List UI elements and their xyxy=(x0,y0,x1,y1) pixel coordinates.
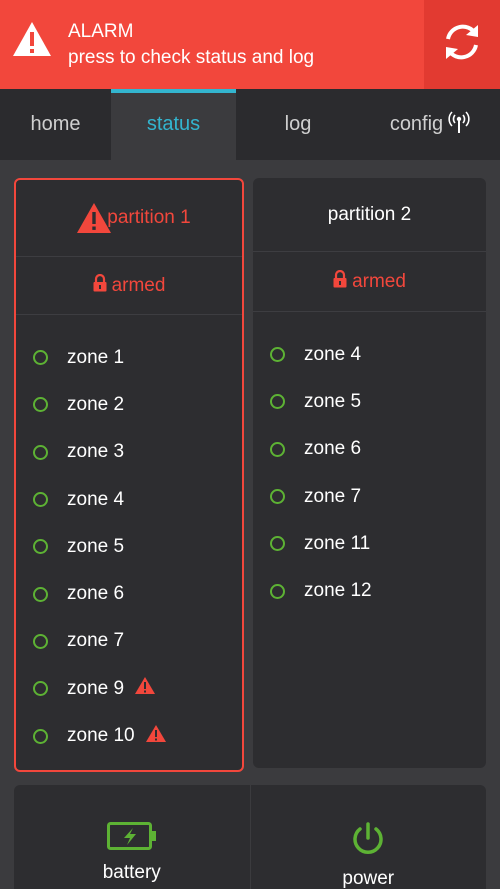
refresh-icon xyxy=(439,19,485,70)
partition-1-zone-list: zone 1 zone 2 zone 3 zone 4 zone 5 zone 6 zone… xyxy=(16,315,242,760)
zone-label: zone 5 xyxy=(304,390,362,412)
signal-tower-icon xyxy=(448,110,470,140)
zone-label: zone 4 xyxy=(67,488,125,510)
zone-status-icon xyxy=(270,347,285,363)
zone-row[interactable]: zone 7 xyxy=(253,473,486,520)
partition-1-name: partition 1 xyxy=(107,207,191,228)
zone-status-icon xyxy=(33,492,48,508)
zone-status-icon xyxy=(33,728,48,744)
zone-row[interactable]: zone 5 xyxy=(16,523,242,570)
zone-status-icon xyxy=(33,539,48,555)
partition-2-state: armed xyxy=(352,270,406,292)
power-icon xyxy=(351,822,385,862)
zone-label: zone 12 xyxy=(304,580,372,602)
zone-label: zone 1 xyxy=(67,346,125,368)
alarm-text: ALARM press to check status and log xyxy=(68,19,314,71)
partition-2-zone-list: zone 4 zone 5 zone 6 zone 7 zone 11 zone 12 xyxy=(253,312,486,615)
zone-status-icon xyxy=(270,441,285,457)
partition-2-status: armed xyxy=(253,252,486,312)
zone-label: zone 6 xyxy=(67,583,125,605)
partition-1-header: partition 1 xyxy=(16,180,242,257)
zone-row[interactable]: zone 11 xyxy=(253,520,486,567)
system-status-bar: battery power xyxy=(14,785,486,889)
zone-label: zone 9 xyxy=(67,677,125,699)
zone-status-icon xyxy=(270,536,285,552)
warning-icon xyxy=(145,724,167,749)
zone-status-icon xyxy=(270,583,285,599)
partition-2-card[interactable]: partition 2 armed zone 4 zone 5 zone 6 zone… xyxy=(253,178,486,768)
zone-status-icon xyxy=(33,444,48,460)
partition-2-header: partition 2 xyxy=(253,178,486,252)
zone-row[interactable]: zone 5 xyxy=(253,378,486,425)
warning-icon xyxy=(134,676,156,701)
zone-status-icon xyxy=(33,397,48,413)
tab-status-label: status xyxy=(146,113,201,135)
battery-status[interactable]: battery xyxy=(14,785,250,889)
zone-row[interactable]: zone 10 xyxy=(16,712,242,759)
tab-config[interactable]: config xyxy=(360,89,500,160)
zone-label: zone 10 xyxy=(67,725,135,747)
zone-label: zone 2 xyxy=(67,393,125,415)
zone-status-icon xyxy=(270,489,285,505)
tab-config-label: config xyxy=(389,113,444,135)
partition-1-status: armed xyxy=(16,257,242,315)
tab-log[interactable]: log xyxy=(236,89,360,160)
zone-label: zone 7 xyxy=(67,630,125,652)
alarm-title: ALARM xyxy=(68,21,134,42)
zone-status-icon xyxy=(33,681,48,697)
refresh-button[interactable] xyxy=(424,0,500,89)
partition-1-state: armed xyxy=(111,274,166,296)
warning-icon xyxy=(12,21,52,57)
battery-icon xyxy=(106,822,157,856)
zone-row[interactable]: zone 4 xyxy=(253,331,486,378)
tab-log-label: log xyxy=(284,113,312,135)
zone-label: zone 11 xyxy=(304,532,371,554)
zone-status-icon xyxy=(33,633,48,649)
zone-row[interactable]: zone 3 xyxy=(16,429,242,476)
tab-status[interactable]: status xyxy=(111,89,236,160)
power-label: power xyxy=(342,868,395,889)
zone-row[interactable]: zone 6 xyxy=(16,570,242,617)
zone-label: zone 7 xyxy=(304,485,362,507)
zone-status-icon xyxy=(33,586,48,602)
tab-home-label: home xyxy=(30,113,81,135)
zone-label: zone 6 xyxy=(304,438,362,460)
zone-label: zone 5 xyxy=(67,535,125,557)
warning-icon xyxy=(76,202,112,240)
zone-label: zone 3 xyxy=(67,441,125,463)
partition-1-card[interactable]: partition 1 armed zone 1 zone 2 zone 3 zone… xyxy=(14,178,244,772)
zone-row[interactable]: zone 7 xyxy=(16,618,242,665)
zone-row[interactable]: zone 4 xyxy=(16,476,242,523)
battery-label: battery xyxy=(102,862,161,883)
alarm-banner[interactable]: ALARM press to check status and log xyxy=(0,0,500,89)
zone-row[interactable]: zone 9 xyxy=(16,665,242,712)
alarm-message: press to check status and log xyxy=(68,47,315,68)
zone-row[interactable]: zone 2 xyxy=(16,381,242,428)
zone-label: zone 4 xyxy=(304,343,362,365)
zone-row[interactable]: zone 12 xyxy=(253,567,486,614)
zone-row[interactable]: zone 1 xyxy=(16,334,242,381)
zone-status-icon xyxy=(33,350,48,366)
partition-2-name: partition 2 xyxy=(327,203,412,225)
lock-icon xyxy=(333,269,347,294)
power-status[interactable]: power xyxy=(249,785,487,889)
lock-icon xyxy=(93,273,107,298)
tab-home[interactable]: home xyxy=(0,89,111,160)
tab-bar: home status log config xyxy=(0,89,500,160)
zone-row[interactable]: zone 6 xyxy=(253,426,486,473)
zone-status-icon xyxy=(270,394,285,410)
